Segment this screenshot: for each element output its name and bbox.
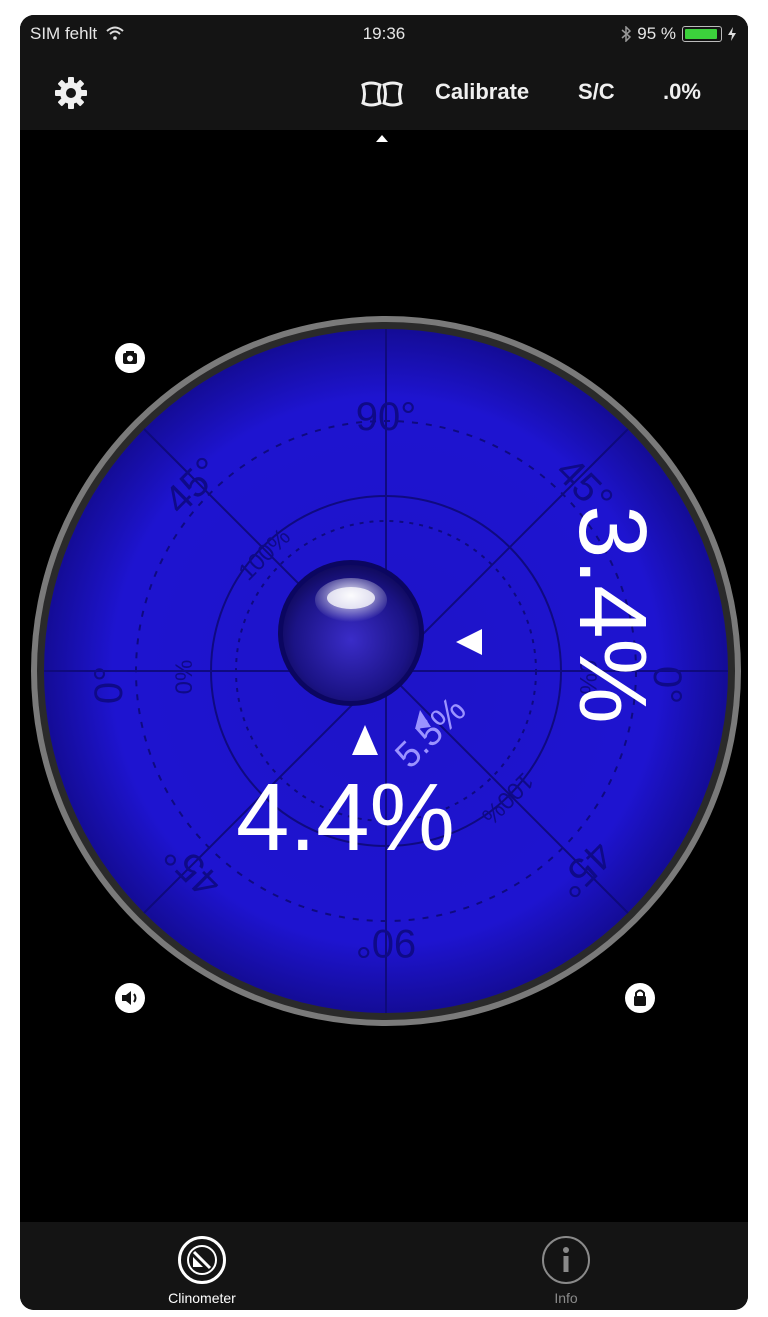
- tab-info[interactable]: Info: [466, 1222, 666, 1306]
- app-screen: SIM fehlt 19:36 95 % Calibrate S/C .0% 9…: [20, 15, 748, 1310]
- bubble: [278, 560, 424, 706]
- dial-label-bottom: 90°: [356, 921, 417, 965]
- tab-clinometer-label: Clinometer: [168, 1290, 236, 1306]
- charging-icon: [728, 27, 736, 41]
- calibrate-button[interactable]: Calibrate: [435, 79, 529, 105]
- status-bar: SIM fehlt 19:36 95 %: [20, 15, 748, 55]
- dial-label-top: 90°: [356, 395, 417, 439]
- bluetooth-icon: [621, 26, 632, 42]
- clinometer-icon: [178, 1236, 226, 1284]
- battery-percent: 95 %: [637, 24, 676, 43]
- battery-icon: [682, 26, 722, 42]
- inclinometer-dial: 90° 45° 45° 0° 0° 45° 45° 90° 100% 0% 0%…: [30, 315, 742, 1027]
- x-tilt-reading: 4.4%: [236, 764, 455, 871]
- y-tilt-reading: 3.4%: [559, 505, 666, 724]
- precision-button[interactable]: .0%: [663, 79, 701, 105]
- sc-button[interactable]: S/C: [578, 79, 615, 105]
- level-mode-icon[interactable]: [360, 81, 404, 107]
- tab-bar: Clinometer Info: [20, 1222, 748, 1310]
- gear-icon[interactable]: [54, 76, 88, 110]
- dial-label-left: 0°: [87, 666, 131, 704]
- info-icon: [542, 1236, 590, 1284]
- tab-clinometer[interactable]: Clinometer: [102, 1222, 302, 1306]
- toolbar-indicator: [376, 135, 388, 142]
- toolbar: Calibrate S/C .0%: [20, 55, 748, 130]
- tab-info-label: Info: [554, 1290, 578, 1306]
- dial-inner-label-0-left: 0%: [171, 660, 198, 695]
